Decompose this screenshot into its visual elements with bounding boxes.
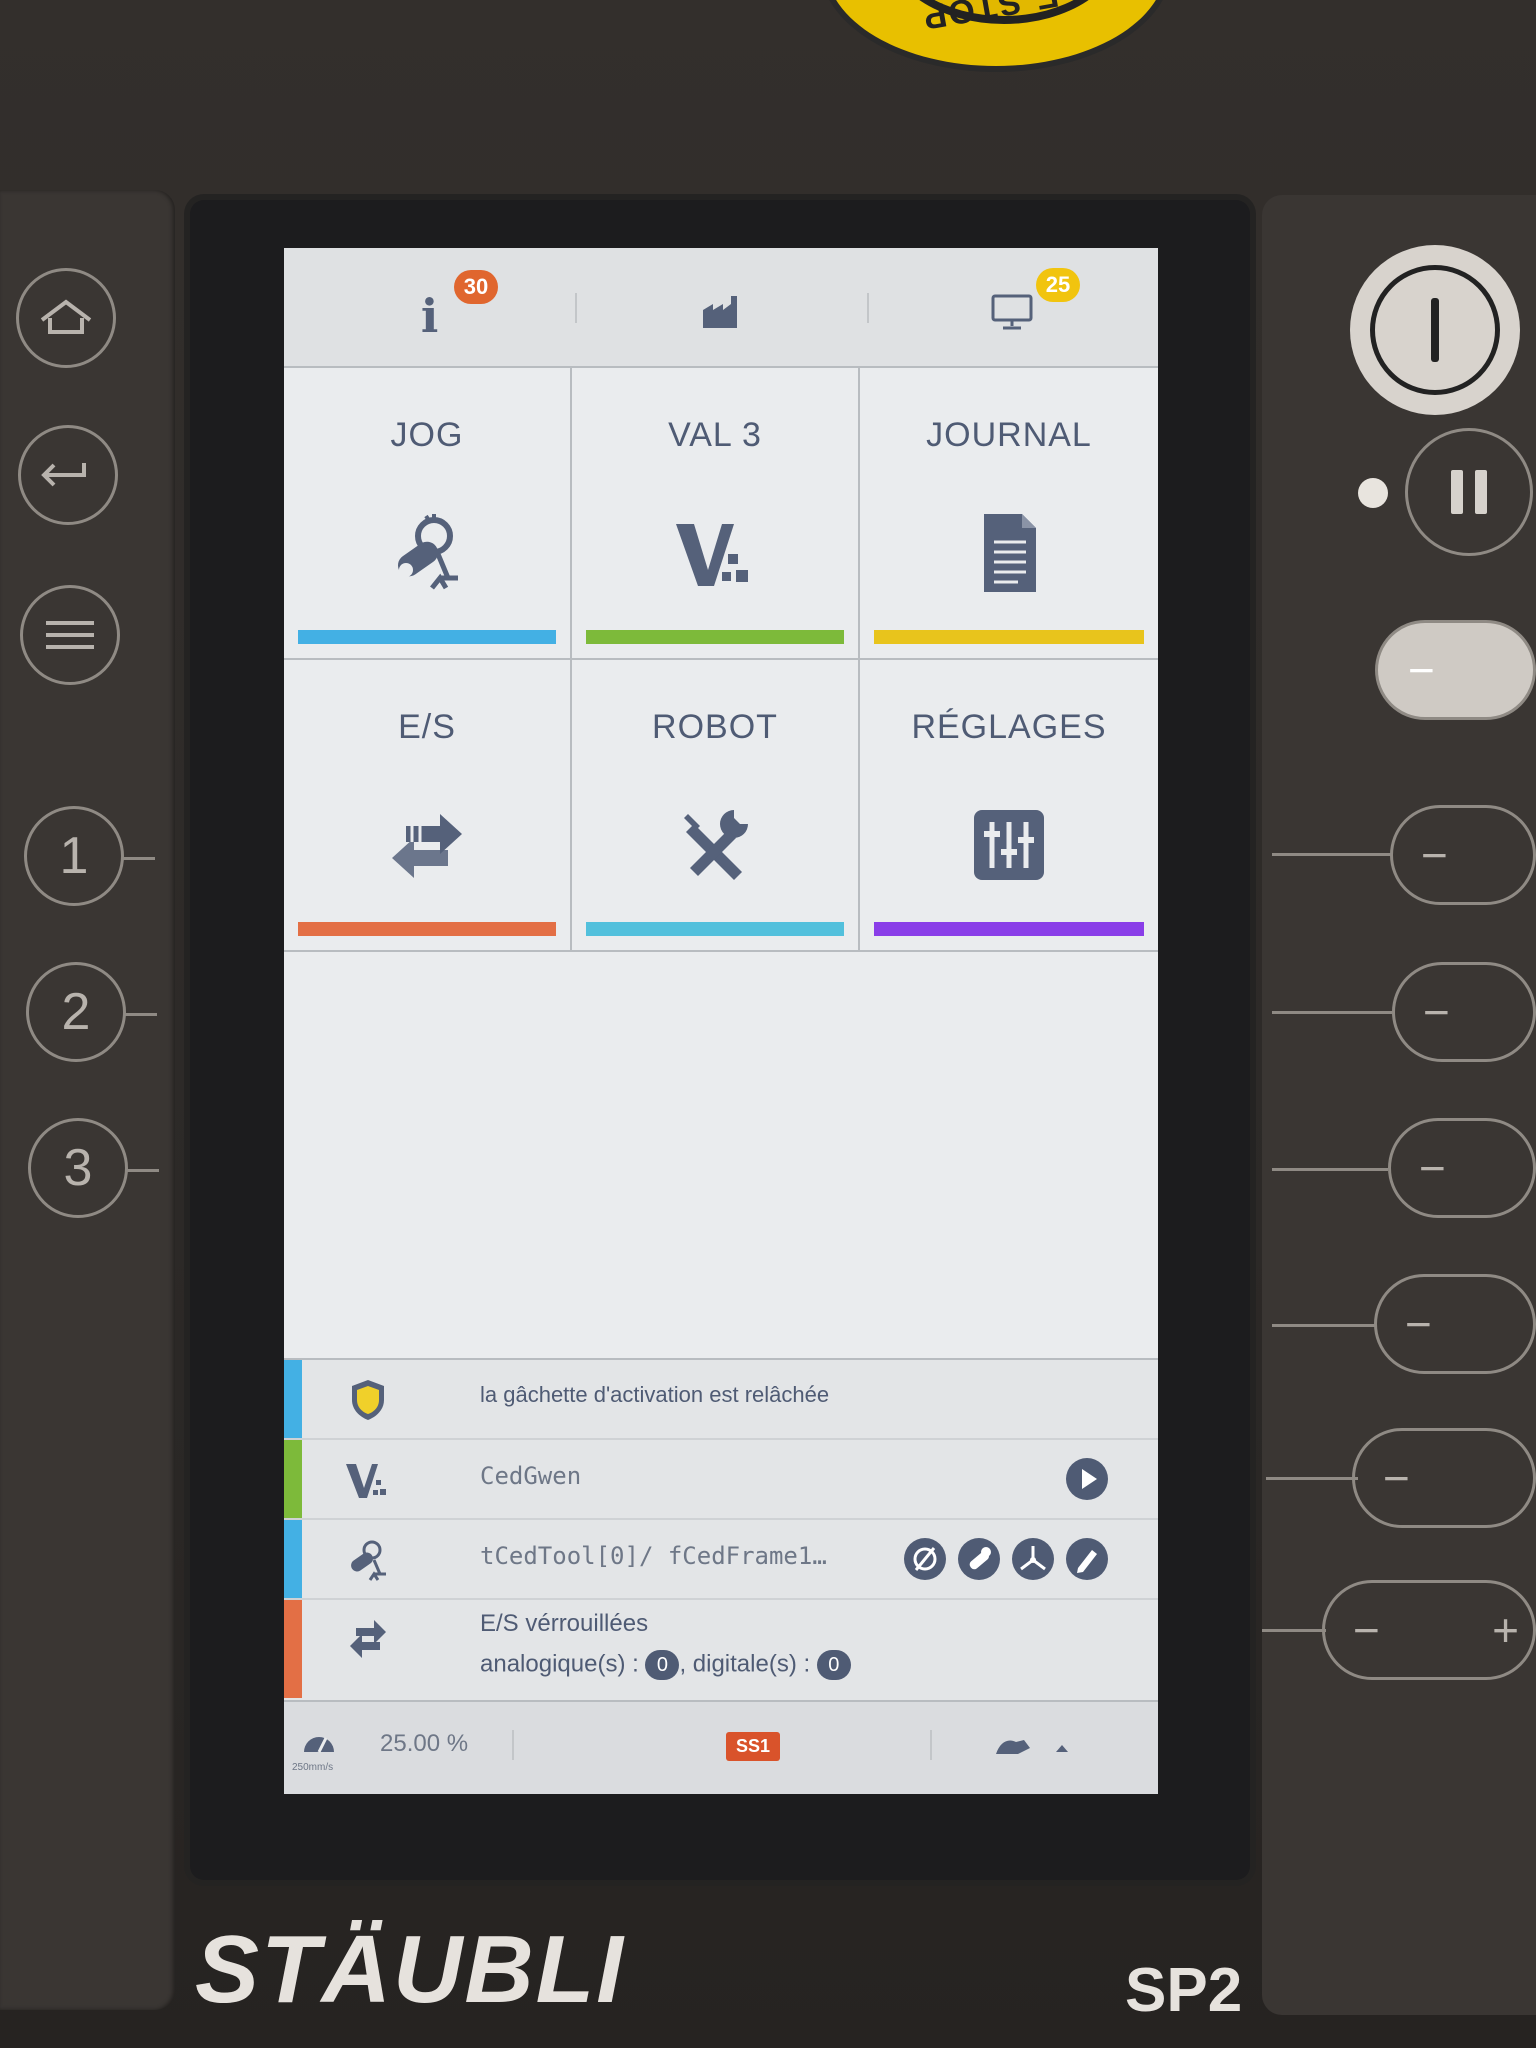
shield-icon (352, 1380, 384, 1420)
hw-button-3[interactable]: 3 (28, 1118, 159, 1218)
power-icon (1370, 265, 1500, 395)
row-color-strip (284, 1600, 302, 1698)
tile-label: JOG (390, 416, 464, 454)
row-color-strip (284, 1440, 302, 1518)
null-icon (913, 1547, 937, 1571)
speed-limit: 250mm/s (292, 1762, 334, 1773)
tile-journal[interactable]: JOURNAL (860, 368, 1158, 660)
back-arrow-icon (41, 463, 86, 487)
menu-icon (46, 621, 94, 649)
tile-jog[interactable]: JOG (284, 368, 572, 660)
teach-pendant: E-STOP 1 2 3 − − − − − − − + STÄUBLI SP2 … (0, 0, 1536, 2048)
tile-color-bar (586, 630, 844, 644)
io-counts: analogique(s) : 0, digitale(s) : 0 (480, 1650, 851, 1680)
jog-minus-button-4[interactable]: − (1374, 1274, 1536, 1374)
top-bar: i 30 25 (284, 248, 1158, 368)
hw-button-2[interactable]: 2 (26, 962, 157, 1062)
robot-arm-icon (351, 1540, 386, 1581)
io-analog-label: analogique(s) : (480, 1650, 639, 1678)
factory-icon (702, 296, 737, 328)
row-color-strip (284, 1520, 302, 1598)
app-grid: JOG VAL 3 JOURNAL E/S ROBOT RÉGLAGES (284, 368, 1158, 952)
frame-axes-icon (1020, 1546, 1046, 1571)
pen-icon (1077, 1550, 1097, 1573)
val3-logo-icon (346, 1464, 386, 1498)
e-stop-button[interactable]: E-STOP (820, 0, 1172, 72)
safety-state-badge: SS1 (726, 1732, 781, 1761)
info-icon: i (420, 289, 439, 343)
transfer-arrows-icon (392, 814, 462, 878)
monitor-tab[interactable] (866, 248, 1158, 366)
home-button[interactable] (16, 268, 116, 368)
application-name: CedGwen (480, 1462, 582, 1490)
trigger-status-text: la gâchette d'activation est relâchée (480, 1382, 830, 1407)
chevron-up-icon[interactable] (1054, 1742, 1070, 1754)
tool-mode-button[interactable] (958, 1538, 1000, 1580)
tile-color-bar (298, 630, 556, 644)
tile-label: JOURNAL (926, 416, 1092, 454)
monitor-icon (991, 294, 1033, 330)
play-icon (1082, 1469, 1097, 1489)
transfer-arrows-icon (350, 1620, 386, 1658)
jog-minus-button-2[interactable]: − (1392, 962, 1536, 1062)
pause-button[interactable] (1405, 428, 1533, 556)
power-button[interactable] (1350, 245, 1520, 415)
status-row-io: E/S vérrouillées analogique(s) : 0, digi… (284, 1600, 1158, 1698)
status-row-safety: la gâchette d'activation est relâchée (284, 1360, 1158, 1440)
tile-robot[interactable]: ROBOT (572, 660, 860, 952)
jog-minus-button-3[interactable]: − (1388, 1118, 1536, 1218)
tile-label: VAL 3 (668, 416, 762, 454)
hw-button-1[interactable]: 1 (24, 806, 155, 906)
status-panel: la gâchette d'activation est relâchée Ce… (284, 1358, 1158, 1700)
status-row-application[interactable]: CedGwen (284, 1440, 1158, 1520)
no-tool-button[interactable] (904, 1538, 946, 1580)
io-digital-label: , digitale(s) : (679, 1650, 811, 1678)
tool-frame-text: tCedTool[0]/ fCedFrame1… (480, 1542, 827, 1570)
val3-logo-icon (676, 524, 748, 586)
tools-icon (684, 810, 748, 880)
document-icon (984, 514, 1036, 592)
speed-minus-button[interactable]: − (1375, 620, 1536, 720)
jog-plus-minus-button[interactable]: − + (1322, 1580, 1536, 1680)
info-tab[interactable]: i 30 (284, 248, 575, 366)
io-analog-count: 0 (645, 1650, 680, 1680)
status-row-jog[interactable]: tCedTool[0]/ fCedFrame1… (284, 1520, 1158, 1600)
run-button[interactable] (1066, 1458, 1108, 1500)
tile-label: ROBOT (652, 708, 778, 746)
tile-val3[interactable]: VAL 3 (572, 368, 860, 660)
tile-label: E/S (398, 708, 456, 746)
bottom-bar: 250mm/s 25.00 % SS1 (284, 1700, 1158, 1794)
status-led (1358, 478, 1388, 508)
tile-color-bar (586, 922, 844, 936)
menu-button[interactable] (20, 585, 120, 685)
tile-io[interactable]: E/S (284, 660, 572, 952)
tile-color-bar (874, 630, 1144, 644)
io-digital-count: 0 (816, 1650, 851, 1680)
jog-minus-button-5[interactable]: − (1352, 1428, 1536, 1528)
robot-power-icon[interactable] (994, 1732, 1034, 1758)
jog-minus-button-1[interactable]: − (1390, 805, 1536, 905)
model-label: SP2 (1125, 1956, 1243, 2025)
tile-color-bar (298, 922, 556, 936)
tile-color-bar (874, 922, 1144, 936)
touch-screen: i 30 25 JOG VAL 3 JOURNAL E/S ROBOT RÉGL… (284, 248, 1158, 1794)
tool-icon (969, 1547, 991, 1570)
pause-icon (1451, 470, 1463, 514)
tile-settings[interactable]: RÉGLAGES (860, 660, 1158, 952)
back-button[interactable] (18, 425, 118, 525)
monitor-count-badge: 25 (1036, 268, 1080, 302)
io-locked-title: E/S vérrouillées (480, 1610, 649, 1637)
factory-tab[interactable] (575, 248, 866, 366)
home-icon (40, 299, 92, 334)
pen-mode-button[interactable] (1066, 1538, 1108, 1580)
sliders-icon (974, 810, 1044, 880)
row-color-strip (284, 1360, 302, 1438)
info-count-badge: 30 (454, 270, 498, 304)
tile-label: RÉGLAGES (911, 708, 1107, 746)
speedometer-icon (304, 1737, 334, 1753)
speed-override[interactable]: 25.00 % (380, 1730, 468, 1758)
robot-arm-icon (397, 514, 458, 590)
frame-mode-button[interactable] (1012, 1538, 1054, 1580)
brand-logo: STÄUBLI (195, 1916, 625, 2023)
